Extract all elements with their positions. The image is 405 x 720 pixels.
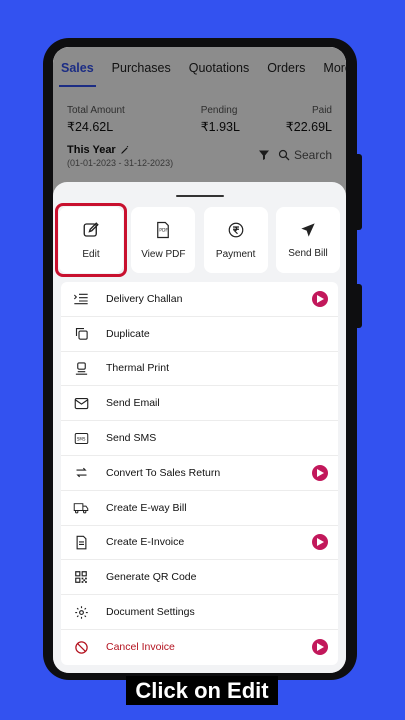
menu-item-duplicate[interactable]: Duplicate: [61, 317, 338, 352]
menu-item-label: Send SMS: [106, 432, 157, 445]
menu-item-cancel-invoice[interactable]: Cancel Invoice: [61, 630, 338, 665]
menu-item-generate-qr-code[interactable]: Generate QR Code: [61, 560, 338, 596]
convert-icon: [75, 468, 87, 478]
menu-item-convert-sales-return[interactable]: Convert To Sales Return: [61, 456, 338, 491]
sheet-drag-handle[interactable]: [175, 195, 224, 197]
email-icon: [74, 397, 88, 409]
more-options-list: Delivery Challan Duplicate Thermal Print…: [61, 282, 338, 665]
phone-side-button: [356, 284, 362, 328]
pdf-icon: PDF: [157, 221, 170, 238]
sms-icon: SMS: [74, 432, 88, 444]
video-tutorial-icon[interactable]: [312, 464, 328, 481]
menu-item-label: Delivery Challan: [106, 292, 183, 305]
svg-text:PDF: PDF: [160, 227, 169, 233]
menu-item-label: Convert To Sales Return: [106, 466, 221, 479]
view-pdf-button[interactable]: PDF View PDF: [131, 207, 196, 273]
menu-item-create-e-invoice[interactable]: Create E-Invoice: [61, 526, 338, 561]
edit-icon: [83, 221, 99, 237]
menu-item-create-eway-bill[interactable]: Create E-way Bill: [61, 491, 338, 526]
menu-item-label: Thermal Print: [106, 362, 170, 375]
video-tutorial-icon[interactable]: [312, 534, 328, 551]
cancel-icon: [74, 641, 88, 654]
gear-icon: [74, 605, 88, 619]
invoice-icon: [76, 535, 86, 550]
send-icon: [301, 222, 315, 237]
view-pdf-label: View PDF: [141, 248, 186, 260]
video-tutorial-icon[interactable]: [312, 639, 328, 656]
truck-list-icon: [73, 293, 88, 305]
menu-item-label: Cancel Invoice: [106, 641, 175, 654]
payment-label: Payment: [215, 248, 256, 260]
svg-text:SMS: SMS: [76, 436, 85, 441]
menu-item-label: Send Email: [106, 397, 160, 410]
send-bill-label: Send Bill: [288, 247, 328, 259]
menu-item-label: Generate QR Code: [106, 571, 197, 584]
phone-side-button: [356, 154, 362, 230]
menu-item-label: Duplicate: [106, 327, 150, 340]
printer-icon: [75, 362, 87, 375]
bottom-sheet: Edit PDF View PDF Payment Send Bill Deli…: [53, 182, 346, 673]
edit-label: Edit: [82, 248, 100, 260]
edit-button[interactable]: Edit: [55, 203, 127, 277]
phone-screen: Sales Purchases Quotations Orders More T…: [53, 47, 346, 673]
rupee-icon: [228, 222, 244, 237]
instruction-caption: Click on Edit: [126, 676, 278, 705]
menu-item-label: Create E-way Bill: [106, 501, 187, 514]
payment-button[interactable]: Payment: [203, 207, 268, 273]
menu-item-document-settings[interactable]: Document Settings: [61, 595, 338, 630]
delivery-truck-icon: [73, 502, 89, 514]
menu-item-label: Document Settings: [106, 606, 195, 619]
send-bill-button[interactable]: Send Bill: [275, 207, 340, 273]
menu-item-delivery-challan[interactable]: Delivery Challan: [61, 282, 338, 317]
qr-code-icon: [75, 571, 87, 584]
menu-item-thermal-print[interactable]: Thermal Print: [61, 352, 338, 387]
quick-actions: Edit PDF View PDF Payment Send Bill: [55, 203, 340, 277]
menu-item-send-email[interactable]: Send Email: [61, 386, 338, 422]
menu-item-label: Create E-Invoice: [106, 536, 185, 549]
menu-item-send-sms[interactable]: SMS Send SMS: [61, 421, 338, 456]
video-tutorial-icon[interactable]: [312, 290, 328, 307]
duplicate-icon: [75, 328, 88, 340]
